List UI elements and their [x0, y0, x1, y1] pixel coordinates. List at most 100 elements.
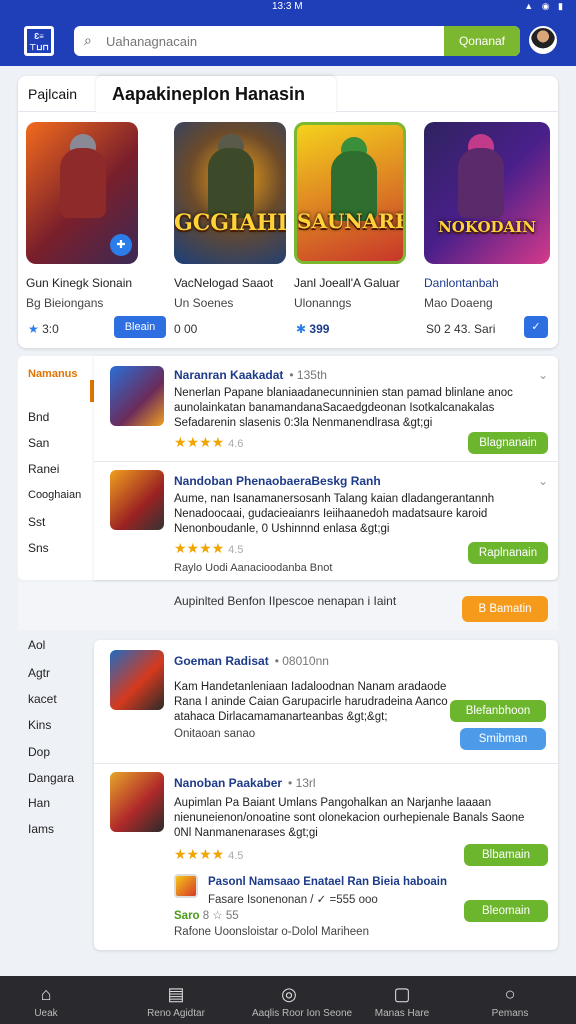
search-input[interactable]: [106, 26, 436, 56]
stars: ★★★★: [174, 846, 225, 862]
install-button[interactable]: Blefanbhoon: [450, 700, 546, 722]
game-name: Danlontanbah: [424, 276, 499, 290]
search-bar: ⌕ Qonanaf: [74, 26, 520, 56]
clock: 13:3 M: [272, 1, 303, 12]
promo-bar: Aupinlted Benfon IIpescoe nenapan i Iain…: [18, 582, 558, 630]
sidebar-item[interactable]: Bnd: [28, 410, 49, 424]
sidebar-item[interactable]: Cooghaian: [28, 489, 81, 501]
sidebar-item-selected[interactable]: Namanus: [28, 368, 78, 380]
game-art-title: GCGIAHI: [174, 210, 286, 236]
sidebar-item[interactable]: Dop: [28, 745, 50, 759]
status-icons: ▲ ◉ ▮: [524, 1, 566, 11]
message-icon: ▢: [393, 984, 411, 1004]
list-item[interactable]: Naranran Kaakadat • 135th ⌄ Nenerlan Papa…: [94, 356, 558, 462]
game-title-text: Nanoban Paakaber: [174, 776, 283, 790]
game-name: Gun Kinegk Sionain: [26, 276, 133, 290]
sidebar-item[interactable]: Iams: [28, 822, 54, 836]
game-thumbnail: [110, 650, 164, 710]
card-action-button[interactable]: Bleain: [114, 316, 166, 338]
nav-item-profile[interactable]: ○ Pemans: [478, 976, 542, 1024]
search-button[interactable]: Qonanaf: [444, 26, 520, 56]
game-name: Janl Joeall'A Galuar: [294, 276, 400, 290]
game-title-text: Goeman Radisat: [174, 654, 269, 668]
game-title: Nandoban PhenaobaeraBeskg Ranh: [174, 474, 381, 488]
game-subtitle: Ulonanngs: [294, 296, 352, 310]
game-art: ✚: [26, 122, 138, 264]
tab-featured[interactable]: Pajlcain: [28, 86, 77, 102]
list-item[interactable]: Nanoban Paakaber • 13rl Aupimlan Pa Baian…: [94, 764, 558, 950]
sidebar-item[interactable]: Agtr: [28, 666, 50, 680]
game-card[interactable]: ✚ Gun Kinegk Sionain Bg Bieiongans: [26, 122, 138, 310]
nav-item-messages[interactable]: ▢ Manas Hare: [370, 976, 434, 1024]
game-art-figure: [458, 148, 504, 218]
sidebar-item[interactable]: kacet: [28, 692, 57, 706]
install-button[interactable]: Blbamain: [464, 844, 548, 866]
game-thumbnail: [110, 470, 164, 530]
gear-icon: ✱: [296, 322, 307, 336]
game-meta: • 13rl: [288, 776, 316, 790]
featured-panel: Pajlcain AapakinepIon Hanasin ✚ Gun Kine…: [18, 76, 558, 348]
card-check-button[interactable]: ✓: [524, 316, 548, 338]
list-item[interactable]: Nandoban PhenaobaeraBeskg Ranh ⌄ Aume, n…: [94, 462, 558, 580]
install-badge-icon[interactable]: ✚: [110, 234, 132, 256]
install-button[interactable]: Raplnanain: [468, 542, 548, 564]
game-card[interactable]: SAUNARES Janl Joeall'A Galuar Ulonanngs: [294, 122, 406, 310]
game-list-secondary: Goeman Radisat • 08010nn Kam Handetanleni…: [94, 640, 558, 950]
game-description: Kam Handetanleniaan Iadaloodnan Nanam ar…: [174, 681, 448, 723]
sidebar-item[interactable]: Kins: [28, 718, 51, 732]
nav-label: Aaqlis Roor Ion Seone: [252, 1008, 353, 1019]
nav-item-home[interactable]: ⌂ Ueak: [14, 976, 78, 1024]
rating-value: 3:0: [42, 322, 59, 336]
game-art-figure: [208, 148, 254, 218]
game-card[interactable]: NOKODAIN Danlontanbah Mao Doaeng: [424, 122, 550, 310]
category-sidebar: Namanus Bnd San Ranei Cooghaian Sst Sns: [18, 356, 94, 580]
sidebar-item[interactable]: San: [28, 436, 49, 450]
nav-label: Pemans: [491, 1008, 529, 1019]
game-card[interactable]: GCGIAHI VacNelogad Saaot Un Soenes: [174, 122, 286, 310]
install-button[interactable]: Blagnanain: [468, 432, 548, 454]
nav-item-list[interactable]: ▤ Reno Agidtar: [144, 976, 208, 1024]
sidebar-item[interactable]: Sns: [28, 541, 49, 555]
install-button[interactable]: Bleomain: [464, 900, 548, 922]
app-logo[interactable]: Ɛ≡ ⊤⊔⊓: [24, 26, 54, 56]
sidebar-item[interactable]: Dangara: [28, 771, 74, 785]
game-art-title: SAUNARES: [297, 209, 403, 233]
nav-label: Ueak: [34, 1008, 58, 1019]
sidebar-item[interactable]: Han: [28, 796, 50, 810]
sub-item-title: Pasonl Namsaao Enatael Ran Bieia haboain: [208, 876, 448, 888]
game-description: Nenerlan Papane blaniaadanecunninien sta…: [174, 387, 513, 429]
game-title: Nanoban Paakaber • 13rl: [174, 776, 316, 790]
sub-item-desc: Fasare Isonenonan / ✓ =555 ooo: [208, 894, 378, 906]
rating-value: 4.5: [228, 544, 244, 556]
rating-value: 4.6: [228, 438, 244, 450]
game-description: Aume, nan Isanamanersosanh Talang kaian …: [174, 493, 495, 535]
list-item[interactable]: Goeman Radisat • 08010nn Kam Handetanleni…: [94, 640, 558, 764]
game-extra: Onitaoan sanao: [174, 728, 256, 740]
star-rating: ★★★★ 4.5: [174, 540, 243, 557]
game-meta: • 08010nn: [274, 654, 329, 668]
nav-label: Reno Agidtar: [147, 1008, 205, 1019]
game-art: SAUNARES: [294, 122, 406, 264]
game-rating: 0 00: [174, 322, 198, 336]
app-icon: [174, 874, 198, 898]
game-subtitle: Un Soenes: [174, 296, 234, 310]
sidebar-item[interactable]: Sst: [28, 515, 45, 529]
star-icon: ★: [28, 322, 39, 336]
rating-value: 8 ☆ 55: [202, 910, 239, 922]
chevron-down-icon[interactable]: ⌄: [538, 474, 548, 488]
secondary-button[interactable]: Smibman: [460, 728, 546, 750]
sidebar-item[interactable]: Aol: [28, 638, 45, 652]
nav-item-check[interactable]: ◎ Aaqlis Roor Ion Seone: [252, 976, 353, 1024]
game-description: Aupimlan Pa Baiant Umlans Pangohalkan an…: [174, 797, 525, 839]
chevron-down-icon[interactable]: ⌄: [538, 368, 548, 382]
game-subtitle: Mao Doaeng: [424, 296, 493, 310]
game-subtitle: Bg Bieiongans: [26, 296, 104, 310]
star-rating: ★★★★ 4.6: [174, 434, 243, 451]
sidebar-item[interactable]: Ranei: [28, 462, 59, 476]
game-list: Naranran Kaakadat • 135th ⌄ Nenerlan Papa…: [94, 356, 558, 580]
list-icon: ▤: [167, 984, 185, 1004]
promo-button[interactable]: B Bamatin: [462, 596, 548, 622]
avatar[interactable]: [529, 26, 557, 54]
featured-title: AapakinepIon Hanasin: [96, 76, 336, 112]
game-art: GCGIAHI: [174, 122, 286, 264]
